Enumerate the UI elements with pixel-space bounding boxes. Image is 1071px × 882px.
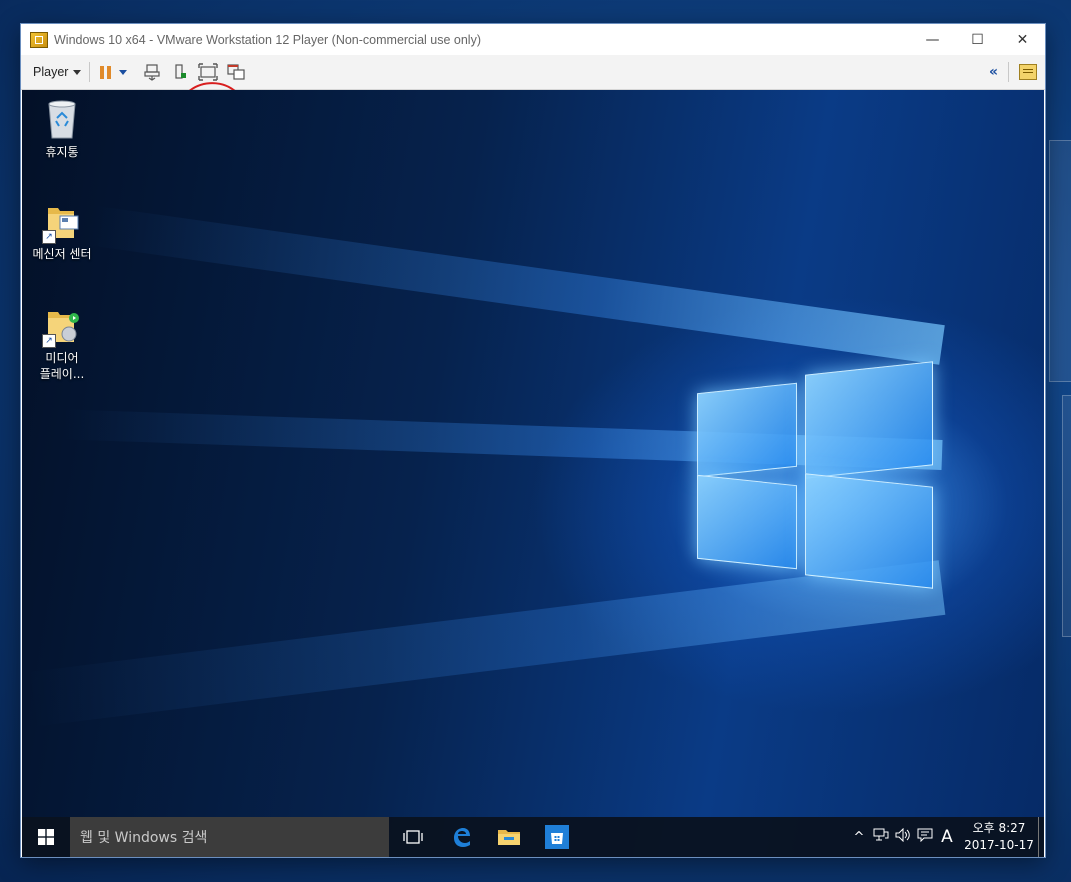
clock-date: 2017-10-17 bbox=[964, 838, 1034, 852]
chevron-down-icon bbox=[73, 69, 82, 75]
desktop-icon-label: 휴지통 bbox=[45, 145, 79, 159]
show-hidden-icons-chevron-icon[interactable]: ^ bbox=[848, 830, 870, 845]
full-screen-icon bbox=[198, 63, 219, 81]
logo-pane-top-right bbox=[805, 361, 933, 479]
system-tray: ^ A 오후 8:27 2017-10-17 bbox=[848, 817, 1044, 857]
toolbar-right: « bbox=[989, 55, 1037, 89]
window-controls: — ☐ ✕ bbox=[910, 24, 1045, 55]
player-menu-button[interactable]: Player bbox=[33, 65, 82, 79]
file-explorer-button[interactable] bbox=[485, 817, 533, 857]
toolbar-separator-right bbox=[1008, 62, 1009, 82]
taskbar-search-box[interactable]: 웹 및 Windows 검색 bbox=[70, 817, 389, 857]
vmware-window: Windows 10 x64 - VMware Workstation 12 P… bbox=[21, 24, 1045, 857]
message-log-icon[interactable] bbox=[1019, 64, 1037, 80]
logo-pane-top-left bbox=[697, 382, 797, 478]
guest-desktop[interactable]: 휴지통 ↗ 메신저 센터 ↗ 미디어 플레이... 웹 및 Windows 검색… bbox=[22, 90, 1044, 857]
folder-shortcut-icon: ↗ bbox=[42, 202, 80, 244]
close-button[interactable]: ✕ bbox=[1000, 24, 1045, 55]
desktop-icon-media-player[interactable]: ↗ 미디어 플레이... bbox=[22, 306, 102, 382]
logo-pane-bottom-left bbox=[697, 474, 797, 570]
file-explorer-icon bbox=[498, 830, 520, 845]
clock-time: 오후 8:27 bbox=[972, 821, 1026, 835]
store-icon bbox=[545, 825, 569, 849]
unity-mode-icon bbox=[227, 64, 246, 80]
desktop-icon-label: 메신저 센터 bbox=[32, 247, 92, 261]
collapse-toolbar-icon[interactable]: « bbox=[989, 64, 998, 80]
logo-pane-bottom-right bbox=[805, 473, 933, 589]
light-beam bbox=[87, 205, 945, 365]
search-placeholder: 웹 및 Windows 검색 bbox=[80, 830, 208, 846]
shortcut-arrow-icon: ↗ bbox=[42, 230, 56, 244]
shortcut-arrow-icon: ↗ bbox=[42, 334, 56, 348]
store-button[interactable] bbox=[533, 817, 581, 857]
ctrl-alt-del-icon bbox=[144, 64, 161, 81]
title-bar[interactable]: Windows 10 x64 - VMware Workstation 12 P… bbox=[21, 24, 1045, 55]
player-toolbar: Player « bbox=[21, 55, 1045, 143]
clock[interactable]: 오후 8:27 2017-10-17 bbox=[962, 820, 1036, 854]
windows-start-icon bbox=[38, 829, 54, 845]
task-view-icon bbox=[403, 830, 423, 844]
windows-logo-wallpaper bbox=[697, 358, 937, 603]
start-button[interactable] bbox=[22, 817, 70, 857]
pause-icon[interactable] bbox=[100, 65, 112, 79]
minimize-button[interactable]: — bbox=[910, 24, 955, 55]
usb-device-icon bbox=[175, 64, 187, 79]
edge-icon bbox=[454, 828, 470, 847]
input-indicator[interactable]: A bbox=[936, 827, 958, 847]
vmware-app-icon bbox=[30, 31, 48, 48]
volume-icon[interactable] bbox=[892, 827, 914, 846]
toolbar-separator bbox=[89, 62, 91, 82]
send-ctrl-alt-del-button[interactable] bbox=[141, 61, 163, 83]
removable-devices-button[interactable] bbox=[169, 61, 191, 83]
desktop-icon-label: 미디어 플레이... bbox=[39, 351, 85, 381]
action-center-icon[interactable] bbox=[914, 828, 936, 846]
media-player-folder-icon: ↗ bbox=[42, 306, 80, 348]
desktop-icon-messenger-center[interactable]: ↗ 메신저 센터 bbox=[22, 202, 102, 262]
power-options-chevron-down-icon[interactable] bbox=[119, 69, 128, 75]
edge-button[interactable] bbox=[437, 817, 485, 857]
host-window-edge-right bbox=[1049, 140, 1071, 382]
player-menu-label: Player bbox=[33, 65, 69, 79]
show-desktop-button[interactable] bbox=[1038, 817, 1044, 857]
unity-mode-button[interactable] bbox=[225, 61, 247, 83]
maximize-button[interactable]: ☐ bbox=[955, 24, 1000, 55]
desktop-icon-recycle-bin[interactable]: 휴지통 bbox=[22, 98, 102, 160]
network-icon[interactable] bbox=[870, 828, 892, 846]
host-window-edge-right-lower bbox=[1062, 395, 1071, 637]
full-screen-button[interactable] bbox=[197, 61, 219, 83]
taskbar: 웹 및 Windows 검색 ^ A 오후 8:27 2017-10-17 bbox=[22, 817, 1044, 857]
window-title: Windows 10 x64 - VMware Workstation 12 P… bbox=[54, 32, 482, 47]
task-view-button[interactable] bbox=[389, 817, 437, 857]
recycle-bin-icon bbox=[48, 100, 76, 139]
